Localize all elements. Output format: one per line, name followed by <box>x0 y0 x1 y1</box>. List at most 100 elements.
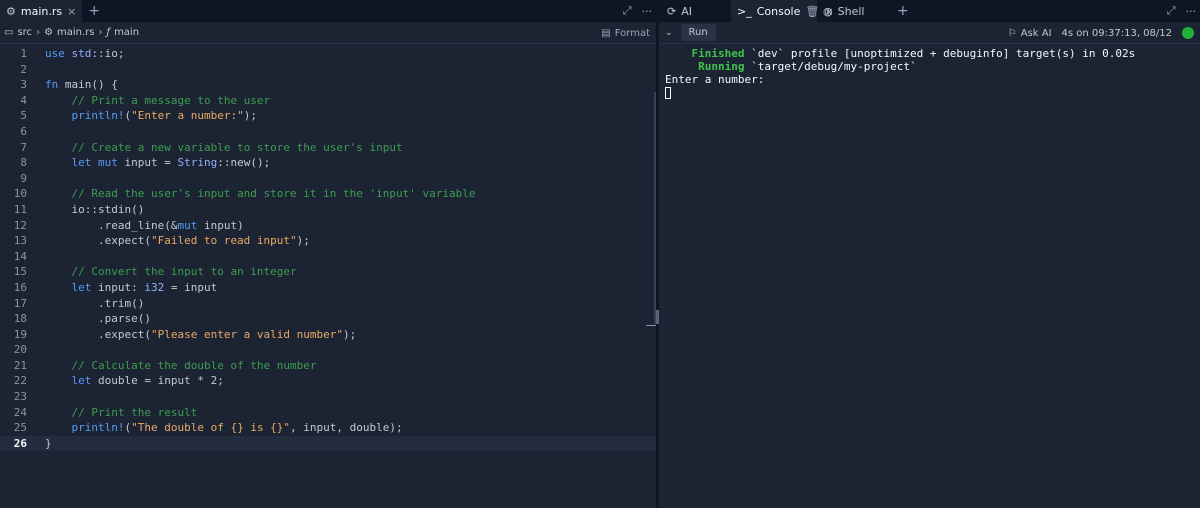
line-number: 12 <box>13 218 27 232</box>
tab-console[interactable]: >_ Console 🗑 × <box>731 0 834 22</box>
tab-shell[interactable]: ◍ Shell <box>817 0 891 22</box>
more-icon[interactable]: ··· <box>642 5 653 18</box>
line-number: 10 <box>13 187 27 201</box>
line-number: 14 <box>13 249 27 263</box>
line-number: 19 <box>13 327 27 341</box>
console-output[interactable]: Finished `dev` profile [unoptimized + de… <box>665 47 1200 99</box>
code-text: println!("Enter a number:"); <box>71 109 257 123</box>
code-editor[interactable]: 1 use std::io; 2 3 fn main() { 4 // Print … <box>0 46 656 508</box>
ask-ai-button[interactable]: ⚐ Ask AI <box>1008 28 1052 39</box>
expand-icon[interactable]: ⤢ <box>623 4 632 18</box>
code-text: use std::io; <box>45 47 125 60</box>
code-line: 24 // Print the result <box>0 405 656 421</box>
close-icon[interactable]: × <box>67 5 76 18</box>
code-line: 25 println!("The double of {} is {}", in… <box>0 420 656 436</box>
code-text: .trim() <box>45 296 145 310</box>
line-number: 16 <box>13 280 27 294</box>
code-text: .expect("Failed to read input"); <box>45 234 310 248</box>
code-line: 22 let double = input * 2; <box>0 373 656 389</box>
code-text: .read_line(&mut input) <box>45 218 244 232</box>
code-line: 3 fn main() { <box>0 77 656 93</box>
ask-ai-label: Ask AI <box>1020 27 1052 39</box>
code-text: let input: i32 = input <box>71 280 218 294</box>
editor-pane: ⚙ main.rs × + ⤢ ··· ▭ src › ⚙ main.rs › … <box>0 0 656 508</box>
tab-main-rs[interactable]: ⚙ main.rs × <box>0 0 83 22</box>
code-text: println!("The double of {} is {}", input… <box>71 421 403 435</box>
running-label: Running <box>698 60 745 73</box>
code-line: 12 .read_line(&mut input) <box>0 218 656 234</box>
line-number: 25 <box>13 421 27 435</box>
line-number: 3 <box>20 78 27 92</box>
shell-icon: ◍ <box>823 4 833 18</box>
format-button[interactable]: ▤ Format <box>601 22 650 44</box>
console-line: Running `target/debug/my-project` <box>665 60 1200 73</box>
code-line: 21 // Calculate the double of the number <box>0 358 656 374</box>
running-text: `target/debug/my-project` <box>744 60 917 73</box>
folder-icon: ▭ <box>4 27 14 38</box>
line-number: 17 <box>13 296 27 310</box>
line-number: 9 <box>20 171 27 185</box>
run-button[interactable]: Run <box>680 24 716 41</box>
code-line-current: 26} <box>0 435 656 452</box>
line-number: 24 <box>13 405 27 419</box>
expand-icon[interactable]: ⤢ <box>1167 4 1176 18</box>
finished-text: `dev` profile [unoptimized + debuginfo] … <box>744 47 1136 60</box>
code-line: 11 io::stdin() <box>0 202 656 218</box>
flag-icon: ⚐ <box>1007 27 1017 39</box>
line-number: 8 <box>20 156 27 170</box>
finished-label: Finished <box>691 47 745 60</box>
tab-ai[interactable]: ⟳ AI <box>659 0 731 22</box>
line-number: 1 <box>20 47 27 60</box>
code-line: 8 let mut input = String::new(); <box>0 155 656 171</box>
code-text: let mut input = String::new(); <box>71 156 271 170</box>
tab-label: main.rs <box>20 4 63 18</box>
breadcrumb-file[interactable]: main.rs <box>57 27 95 38</box>
more-icon[interactable]: ··· <box>1186 5 1197 18</box>
code-text: io::stdin() <box>45 202 145 216</box>
code-line: 2 <box>0 62 656 78</box>
code-text: // Read the user's input and store it in… <box>71 187 476 201</box>
format-icon: ▤ <box>601 27 611 39</box>
tab-shell-label: Shell <box>837 4 865 18</box>
line-number: 23 <box>13 390 27 404</box>
code-line: 10 // Read the user's input and store it… <box>0 186 656 202</box>
console-prompt: Enter a number: <box>665 73 765 86</box>
line-number: 21 <box>13 358 27 372</box>
function-icon: ƒ <box>106 27 111 38</box>
add-tab-button[interactable]: + <box>891 0 915 22</box>
format-label: Format <box>614 27 650 39</box>
code-line: 4 // Print a message to the user <box>0 93 656 109</box>
add-tab-button[interactable]: + <box>82 0 106 22</box>
code-text: fn main() { <box>45 78 118 92</box>
code-line: 16 let input: i32 = input <box>0 280 656 296</box>
code-line: 5 println!("Enter a number:"); <box>0 108 656 124</box>
ai-icon: ⟳ <box>667 4 677 18</box>
code-line: 1 use std::io; <box>0 46 656 62</box>
tab-ai-label: AI <box>681 4 692 18</box>
code-line: 19 .expect("Please enter a valid number"… <box>0 327 656 343</box>
console-line: Finished `dev` profile [unoptimized + de… <box>665 47 1200 60</box>
right-tabbar: ⟳ AI >_ Console 🗑 × ◍ Shell + ⤢ ··· <box>659 0 1200 22</box>
text-cursor <box>665 87 671 99</box>
chevron-right-icon: › <box>36 27 41 38</box>
line-number: 11 <box>13 202 27 216</box>
code-text: } <box>45 436 52 450</box>
code-line: 23 <box>0 389 656 405</box>
line-number: 20 <box>13 343 27 357</box>
code-text: // Convert the input to an integer <box>71 265 297 279</box>
code-text: let double = input * 2; <box>71 374 224 388</box>
line-number: 5 <box>20 109 27 123</box>
line-number: 26 <box>13 436 27 450</box>
breadcrumb-symbol[interactable]: main <box>114 27 139 38</box>
chevron-down-icon[interactable]: ⌄ <box>665 28 673 38</box>
code-text: .parse() <box>45 312 151 326</box>
breadcrumb: ▭ src › ⚙ main.rs › ƒ main ▤ Format <box>0 22 656 44</box>
code-line: 7 // Create a new variable to store the … <box>0 140 656 156</box>
breadcrumb-folder[interactable]: src <box>17 27 32 38</box>
